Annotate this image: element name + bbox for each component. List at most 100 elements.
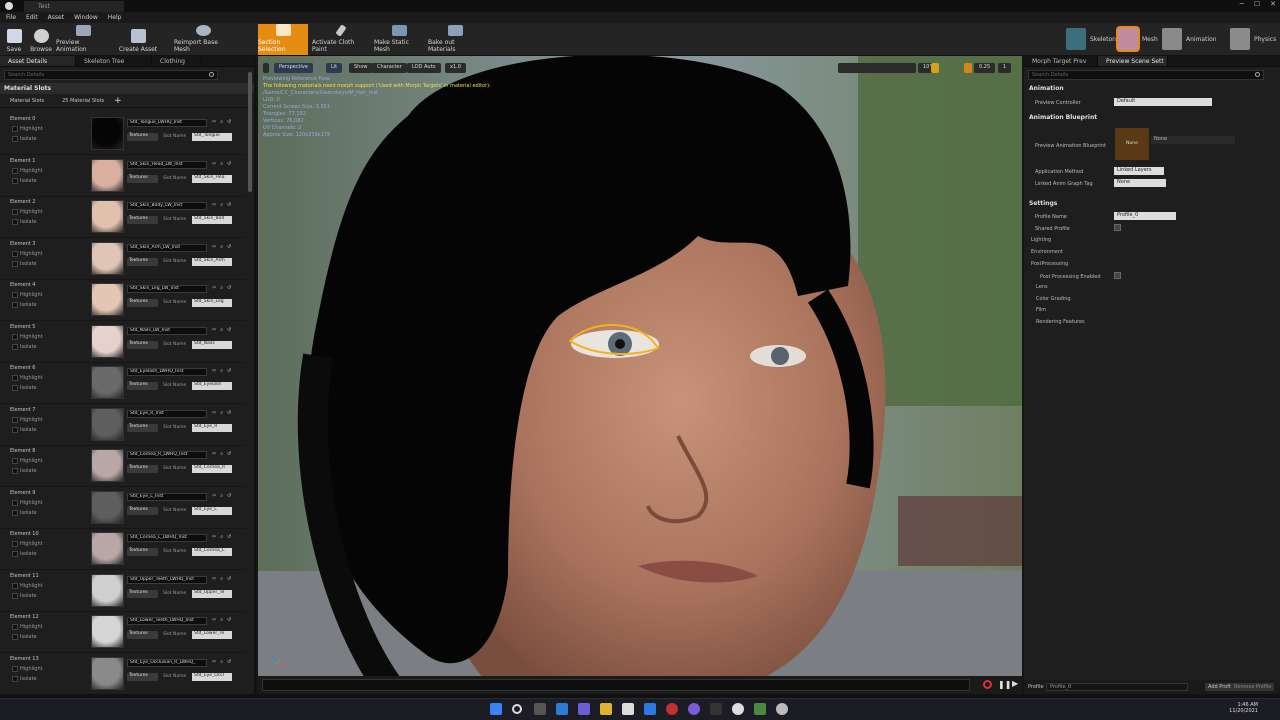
environment-category[interactable]: Environment bbox=[1031, 249, 1063, 255]
textures-dropdown[interactable]: Textures bbox=[127, 631, 158, 639]
isolate-checkbox[interactable] bbox=[12, 468, 18, 474]
app-icon[interactable] bbox=[688, 703, 700, 715]
slot-name-input[interactable]: Std_Upper_Te bbox=[192, 589, 232, 598]
use-selected-icon[interactable]: ⇦ bbox=[212, 451, 216, 457]
isolate-checkbox[interactable] bbox=[12, 260, 18, 267]
textures-dropdown[interactable]: Textures bbox=[127, 589, 158, 598]
preview-viewport[interactable]: Perspective Lit Show Character LOD Auto … bbox=[258, 56, 1022, 694]
reset-icon[interactable]: ↺ bbox=[227, 119, 231, 125]
animation-category[interactable]: Animation bbox=[1029, 85, 1064, 92]
left-scrollbar[interactable] bbox=[248, 72, 252, 192]
highlight-checkbox[interactable] bbox=[12, 624, 18, 630]
isolate-checkbox[interactable] bbox=[12, 302, 18, 308]
material-thumbnail[interactable] bbox=[91, 283, 124, 316]
mode-mesh[interactable]: Mesh bbox=[1116, 25, 1158, 53]
reset-icon[interactable]: ↺ bbox=[227, 576, 231, 582]
use-selected-icon[interactable]: ⇦ bbox=[212, 119, 216, 125]
add-slot-icon[interactable]: + bbox=[114, 96, 122, 106]
perspective-button[interactable]: Perspective bbox=[274, 63, 313, 73]
slot-name-input[interactable]: Std_Skin_Arm bbox=[192, 257, 232, 266]
browse-icon[interactable]: ⌕ bbox=[220, 119, 223, 125]
slot-name-input[interactable]: Std_Nails bbox=[192, 340, 232, 349]
tab-morph-target-preview[interactable]: Morph Target Prev bbox=[1024, 56, 1098, 66]
textures-dropdown[interactable]: Textures bbox=[127, 465, 158, 473]
browse-icon[interactable]: ⌕ bbox=[220, 576, 223, 582]
reset-icon[interactable]: ↺ bbox=[227, 534, 231, 540]
bake-out-materials-button[interactable]: Bake out Materials bbox=[428, 25, 482, 55]
scale-snap-value[interactable]: 0.25 bbox=[974, 63, 996, 73]
isolate-checkbox[interactable] bbox=[12, 385, 18, 391]
textures-dropdown[interactable]: Textures bbox=[127, 340, 158, 349]
reimport-base-mesh-button[interactable]: Reimport Base Mesh bbox=[174, 25, 232, 55]
highlight-checkbox[interactable] bbox=[12, 333, 18, 340]
viewport-options-icon[interactable] bbox=[263, 63, 269, 73]
menu-asset[interactable]: Asset bbox=[48, 14, 64, 21]
shared-profile-checkbox[interactable] bbox=[1114, 224, 1121, 231]
highlight-checkbox[interactable] bbox=[12, 665, 18, 672]
postprocessing-category[interactable]: PostProcessing bbox=[1031, 261, 1068, 267]
step-forward-icon[interactable]: ▶ bbox=[1012, 679, 1018, 688]
browse-icon[interactable]: ⌕ bbox=[220, 451, 223, 457]
material-thumbnail[interactable] bbox=[91, 117, 124, 150]
reset-icon[interactable]: ↺ bbox=[227, 161, 231, 167]
isolate-checkbox[interactable] bbox=[12, 509, 18, 516]
color-grading-category[interactable]: Color Grading bbox=[1036, 296, 1071, 302]
material-dropdown[interactable]: Std_Skin_Head_LW_Inst bbox=[127, 160, 207, 169]
transform-tools[interactable] bbox=[838, 63, 916, 73]
lod-button[interactable]: LOD Auto bbox=[407, 63, 441, 73]
anim-blueprint-thumbnail[interactable]: None bbox=[1115, 128, 1149, 160]
slot-name-input[interactable]: Std_Cornea_R bbox=[192, 465, 232, 473]
isolate-checkbox[interactable] bbox=[12, 592, 18, 599]
browse-icon[interactable]: ⌕ bbox=[220, 244, 223, 250]
ue-launcher-icon[interactable] bbox=[710, 703, 722, 715]
slot-name-input[interactable]: Std_Eye_R bbox=[192, 423, 232, 432]
start-icon[interactable] bbox=[490, 703, 502, 715]
scale-snap-toggle-icon[interactable] bbox=[964, 63, 972, 73]
isolate-checkbox[interactable] bbox=[12, 426, 18, 433]
remove-profile-button[interactable]: Remove Profile bbox=[1231, 683, 1275, 691]
activate-cloth-paint-button[interactable]: Activate Cloth Paint bbox=[312, 24, 370, 55]
mode-physics[interactable]: Physics bbox=[1230, 25, 1276, 53]
isolate-checkbox[interactable] bbox=[12, 136, 18, 142]
lighting-category[interactable]: Lighting bbox=[1031, 237, 1051, 243]
material-dropdown[interactable]: Std_Eye_Occlusion_R_LWHQ_ bbox=[127, 658, 207, 667]
textures-dropdown[interactable]: Textures bbox=[127, 506, 158, 515]
pause-icon[interactable]: ❚❚ bbox=[998, 680, 1011, 689]
settings-category[interactable]: Settings bbox=[1029, 200, 1057, 207]
reset-icon[interactable]: ↺ bbox=[227, 368, 231, 374]
browse-button[interactable]: Browse bbox=[28, 25, 54, 55]
preview-controller-dropdown[interactable]: Default bbox=[1114, 98, 1212, 106]
asset-tab[interactable]: Test bbox=[24, 1, 124, 12]
profile-name-input[interactable]: Profile_0 bbox=[1114, 212, 1176, 220]
material-dropdown[interactable]: Std_Skin_Body_LW_Inst bbox=[127, 202, 207, 210]
browse-icon[interactable]: ⌕ bbox=[220, 285, 223, 291]
material-dropdown[interactable]: Std_Skin_Arm_LW_Inst bbox=[127, 243, 207, 252]
material-dropdown[interactable]: Std_Eyelash_LWHQ_Inst bbox=[127, 368, 207, 376]
application-method-dropdown[interactable]: Linked Layers bbox=[1114, 167, 1164, 175]
reset-icon[interactable]: ↺ bbox=[227, 285, 231, 291]
isolate-checkbox[interactable] bbox=[12, 177, 18, 184]
material-thumbnail[interactable] bbox=[91, 407, 124, 441]
material-dropdown[interactable]: Std_Nails_LW_Inst bbox=[127, 326, 207, 335]
slot-name-input[interactable]: Std_Cornea_L bbox=[192, 548, 232, 556]
animation-blueprint-category[interactable]: Animation Blueprint bbox=[1029, 114, 1097, 121]
lit-button[interactable]: Lit bbox=[326, 63, 343, 73]
slot-name-input[interactable]: Std_Tongue bbox=[192, 133, 232, 141]
reset-icon[interactable]: ↺ bbox=[227, 327, 231, 333]
material-thumbnail[interactable] bbox=[91, 158, 124, 192]
browse-icon[interactable]: ⌕ bbox=[220, 659, 223, 665]
slot-name-input[interactable]: Std_Skin_Bod bbox=[192, 216, 232, 224]
menu-help[interactable]: Help bbox=[108, 14, 122, 21]
tab-asset-details[interactable]: Asset Details bbox=[0, 56, 76, 66]
material-thumbnail[interactable] bbox=[91, 615, 124, 648]
use-selected-icon[interactable]: ⇦ bbox=[212, 617, 216, 623]
tab-skeleton-tree[interactable]: Skeleton Tree bbox=[76, 56, 152, 66]
use-selected-icon[interactable]: ⇦ bbox=[212, 534, 216, 540]
film-category[interactable]: Film bbox=[1036, 307, 1046, 313]
textures-dropdown[interactable]: Textures bbox=[127, 174, 158, 183]
material-thumbnail[interactable] bbox=[91, 532, 124, 565]
section-selection-button[interactable]: Section Selection bbox=[258, 24, 308, 55]
material-dropdown[interactable]: Std_Skin_Leg_LW_Inst bbox=[127, 285, 207, 293]
use-selected-icon[interactable]: ⇦ bbox=[212, 285, 216, 291]
camera-speed[interactable]: 1 bbox=[998, 63, 1012, 73]
